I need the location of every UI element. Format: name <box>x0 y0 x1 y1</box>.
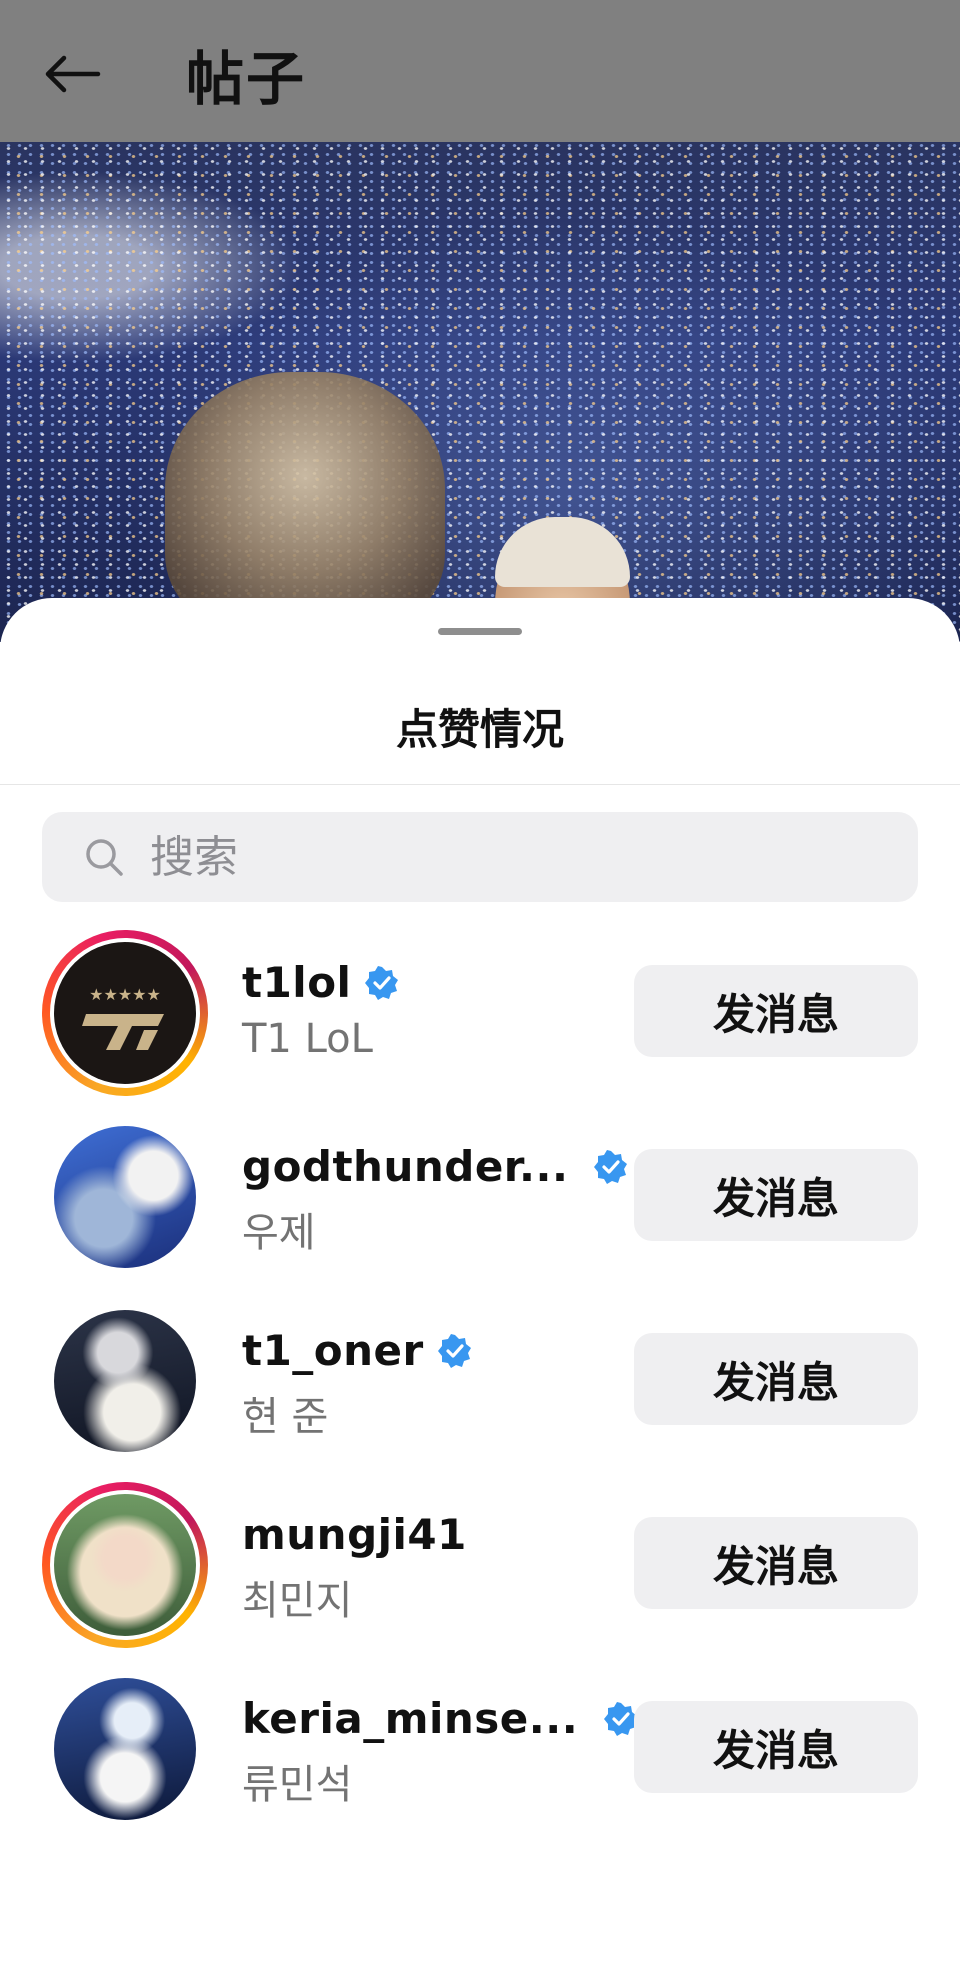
svg-text:★★★★★: ★★★★★ <box>89 985 161 1004</box>
message-button[interactable]: 发消息 <box>634 1333 918 1425</box>
message-button[interactable]: 发消息 <box>634 965 918 1057</box>
top-bar: 帖子 <box>0 0 960 142</box>
search-bar[interactable] <box>42 812 918 902</box>
avatar-frame[interactable] <box>42 1666 208 1832</box>
full-name: 우제 <box>242 1210 316 1256</box>
liker-row[interactable]: godthunder... 우제 发消息 <box>0 1114 960 1284</box>
message-button[interactable]: 发消息 <box>634 1149 918 1241</box>
confetti-background <box>0 142 960 642</box>
story-ring[interactable]: ★★★★★ <box>42 930 208 1096</box>
divider <box>0 784 960 785</box>
full-name: 최민지 <box>242 1578 353 1624</box>
username[interactable]: godthunder... <box>242 1142 568 1191</box>
back-button[interactable] <box>36 42 108 106</box>
verified-badge-icon <box>437 1333 471 1368</box>
full-name: T1 LoL <box>242 1016 373 1062</box>
back-arrow-icon <box>45 55 101 93</box>
t1-logo-icon: ★★★★★ <box>82 985 164 1050</box>
full-name: 류민석 <box>242 1762 353 1808</box>
sheet-grabber[interactable] <box>438 628 522 635</box>
avatar-frame[interactable] <box>42 1114 208 1280</box>
verified-badge-icon <box>594 1149 628 1184</box>
search-icon <box>86 839 123 876</box>
avatar <box>54 1310 196 1452</box>
message-button[interactable]: 发消息 <box>634 1517 918 1609</box>
username[interactable]: t1_oner <box>242 1326 424 1375</box>
trophy-image <box>165 372 445 632</box>
avatar: ★★★★★ <box>54 942 196 1084</box>
avatar <box>54 1126 196 1268</box>
post-image <box>0 142 960 642</box>
sheet-title: 点赞情况 <box>395 705 564 754</box>
username[interactable]: mungji41 <box>242 1510 467 1559</box>
liker-row[interactable]: t1_oner 현 준 发消息 <box>0 1298 960 1468</box>
liker-row[interactable]: ★★★★★ t1lol T1 LoL 发消息 <box>0 930 960 1100</box>
liker-row[interactable]: keria_minse... 류민석 发消息 <box>0 1666 960 1836</box>
likes-sheet: 点赞情况 ★★★★★ t1lol T1 L <box>0 598 960 1966</box>
search-input[interactable] <box>148 830 852 884</box>
username[interactable]: keria_minse... <box>242 1694 578 1743</box>
avatar <box>54 1494 196 1636</box>
story-ring[interactable] <box>42 1482 208 1648</box>
avatar <box>54 1678 196 1820</box>
avatar-frame[interactable] <box>42 1298 208 1464</box>
message-button[interactable]: 发消息 <box>634 1701 918 1793</box>
liker-row[interactable]: mungji41 최민지 发消息 <box>0 1482 960 1652</box>
page-title: 帖子 <box>186 45 307 113</box>
verified-badge-icon <box>365 965 399 1000</box>
username[interactable]: t1lol <box>242 958 351 1007</box>
full-name: 현 준 <box>242 1394 329 1440</box>
